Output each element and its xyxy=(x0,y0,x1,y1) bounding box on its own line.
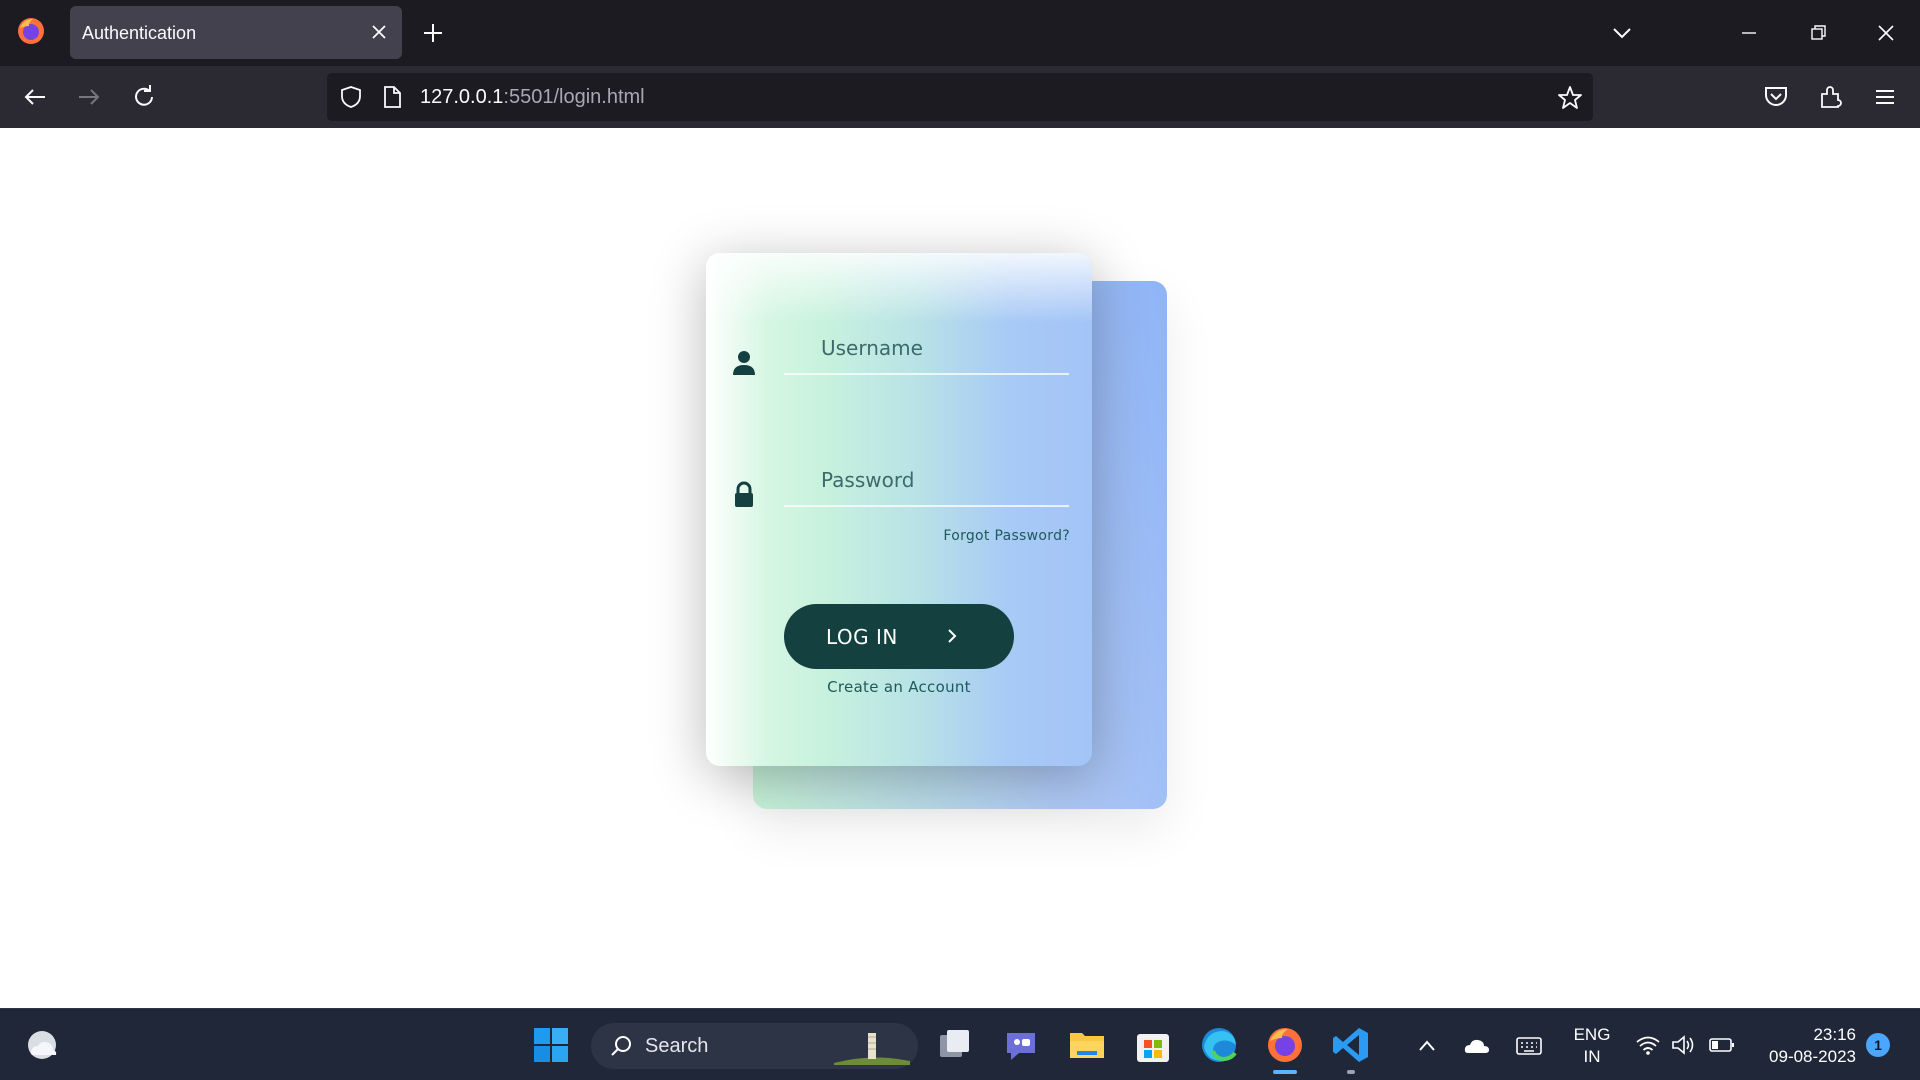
volume-icon[interactable] xyxy=(1670,1033,1696,1057)
forgot-password-link[interactable]: Forgot Password? xyxy=(943,528,1070,544)
wifi-icon[interactable] xyxy=(1635,1033,1661,1057)
notification-badge[interactable]: 1 xyxy=(1866,1033,1890,1057)
url-path: :5501/login.html xyxy=(503,86,645,108)
password-input[interactable] xyxy=(784,455,1069,507)
star-icon[interactable] xyxy=(1557,85,1583,111)
card-glow xyxy=(706,253,1092,323)
username-input[interactable] xyxy=(784,323,1069,375)
windows-start-icon[interactable] xyxy=(531,1025,571,1065)
cloud-icon[interactable] xyxy=(1463,1035,1491,1057)
weather-icon[interactable] xyxy=(22,1025,62,1065)
firefox-active-indicator xyxy=(1273,1070,1297,1074)
reload-icon[interactable] xyxy=(129,82,159,112)
task-view-icon[interactable] xyxy=(935,1025,975,1065)
login-button-label: LOG IN xyxy=(826,625,898,649)
search-icon xyxy=(611,1036,631,1056)
minimize-icon[interactable] xyxy=(1736,22,1762,44)
firefox-icon[interactable] xyxy=(16,16,46,46)
close-icon[interactable] xyxy=(368,21,390,43)
search-highlight-image xyxy=(834,1033,910,1065)
page-icon[interactable] xyxy=(381,85,403,109)
keyboard-icon[interactable] xyxy=(1515,1034,1543,1058)
edge-icon[interactable] xyxy=(1199,1025,1239,1065)
chevron-down-icon[interactable] xyxy=(1609,22,1635,44)
back-icon[interactable] xyxy=(20,82,50,112)
tab-title: Authentication xyxy=(82,23,197,43)
file-explorer-icon[interactable] xyxy=(1067,1025,1107,1065)
pocket-icon[interactable] xyxy=(1761,82,1791,112)
language-line1: ENG xyxy=(1573,1025,1611,1044)
taskbar: Search ENG IN 23:16 09-08-2023 1 xyxy=(0,1008,1920,1080)
clock[interactable]: 23:16 09-08-2023 xyxy=(1750,1024,1856,1068)
user-icon xyxy=(733,351,755,375)
language-indicator[interactable]: ENG IN xyxy=(1567,1024,1617,1068)
clock-time: 23:16 xyxy=(1813,1025,1856,1044)
restore-icon[interactable] xyxy=(1805,22,1831,44)
url-bar[interactable]: 127.0.0.1:5501/login.html xyxy=(327,73,1593,121)
extensions-icon[interactable] xyxy=(1816,82,1846,112)
tab-authentication[interactable]: Authentication xyxy=(70,6,402,59)
chevron-up-icon[interactable] xyxy=(1416,1035,1438,1057)
clock-date: 09-08-2023 xyxy=(1769,1047,1856,1066)
vscode-icon[interactable] xyxy=(1331,1025,1371,1065)
firefox-icon[interactable] xyxy=(1265,1025,1305,1065)
chevron-right-icon xyxy=(948,629,957,643)
url-text[interactable]: 127.0.0.1:5501/login.html xyxy=(420,86,645,109)
plus-icon[interactable] xyxy=(420,20,446,46)
close-icon[interactable] xyxy=(1873,20,1899,46)
taskbar-search[interactable]: Search xyxy=(591,1023,918,1069)
menu-icon[interactable] xyxy=(1870,82,1900,112)
search-label: Search xyxy=(645,1035,709,1057)
language-line2: IN xyxy=(1583,1047,1601,1066)
shield-icon[interactable] xyxy=(339,85,363,109)
store-icon[interactable] xyxy=(1133,1025,1173,1065)
lock-icon xyxy=(735,481,753,507)
forward-icon[interactable] xyxy=(74,82,104,112)
url-host: 127.0.0.1 xyxy=(420,86,504,108)
browser-nav-bar: 127.0.0.1:5501/login.html xyxy=(0,66,1920,128)
browser-tab-bar: Authentication xyxy=(0,0,1920,66)
login-card: Forgot Password? LOG IN Create an Accoun… xyxy=(706,253,1092,766)
vscode-running-indicator xyxy=(1347,1070,1355,1074)
create-account-link[interactable]: Create an Account xyxy=(706,678,1092,696)
battery-icon[interactable] xyxy=(1708,1033,1736,1057)
chat-icon[interactable] xyxy=(1001,1025,1041,1065)
login-button[interactable]: LOG IN xyxy=(784,604,1014,669)
